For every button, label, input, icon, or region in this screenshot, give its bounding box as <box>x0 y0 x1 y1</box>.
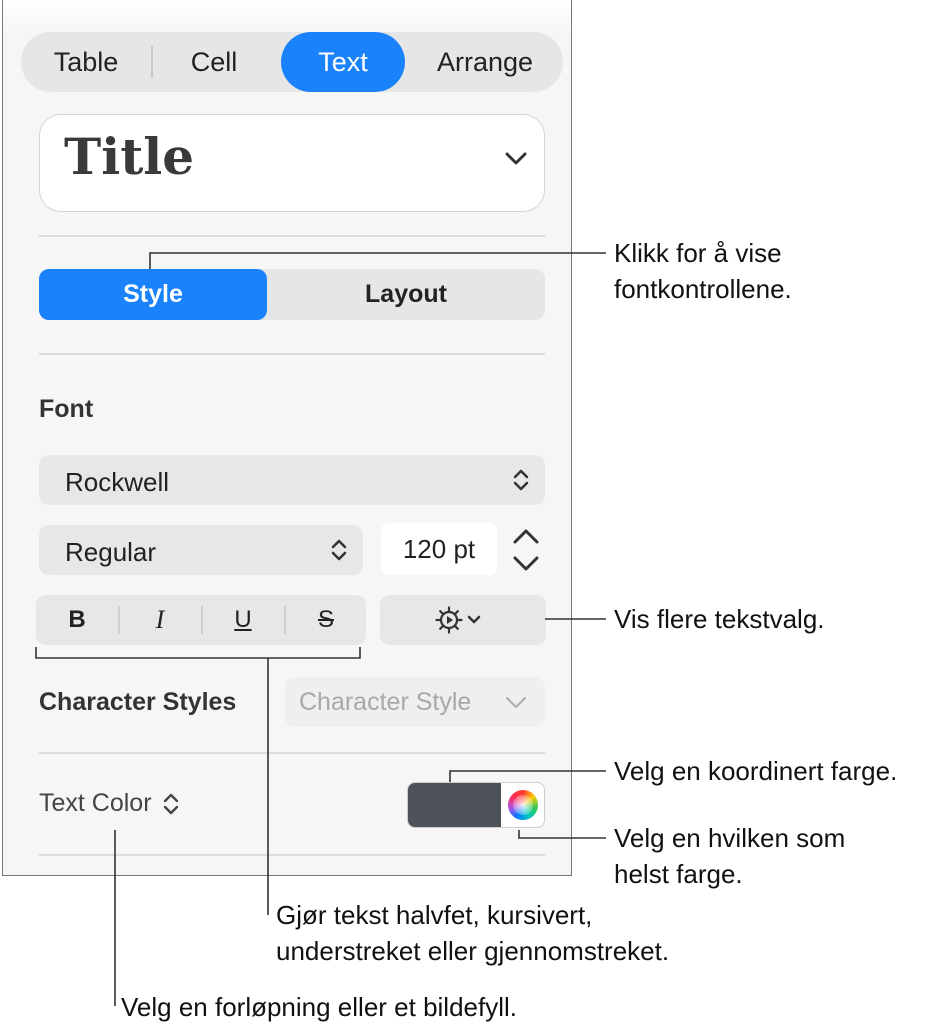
callout-more-options: Vis flere tekstvalg. <box>614 604 825 634</box>
callout-any-color: Velg en hvilken som helst farge. <box>614 823 846 889</box>
callout-coordinated-color: Velg en koordinert farge. <box>614 756 898 786</box>
callout-fill: Velg en forløpning eller et bildefyll. <box>121 992 518 1022</box>
callout-format: Gjør tekst halvfet, kursivert, understre… <box>276 900 670 966</box>
callout-style-tab: Klikk for å vise fontkontrollene. <box>614 238 792 304</box>
